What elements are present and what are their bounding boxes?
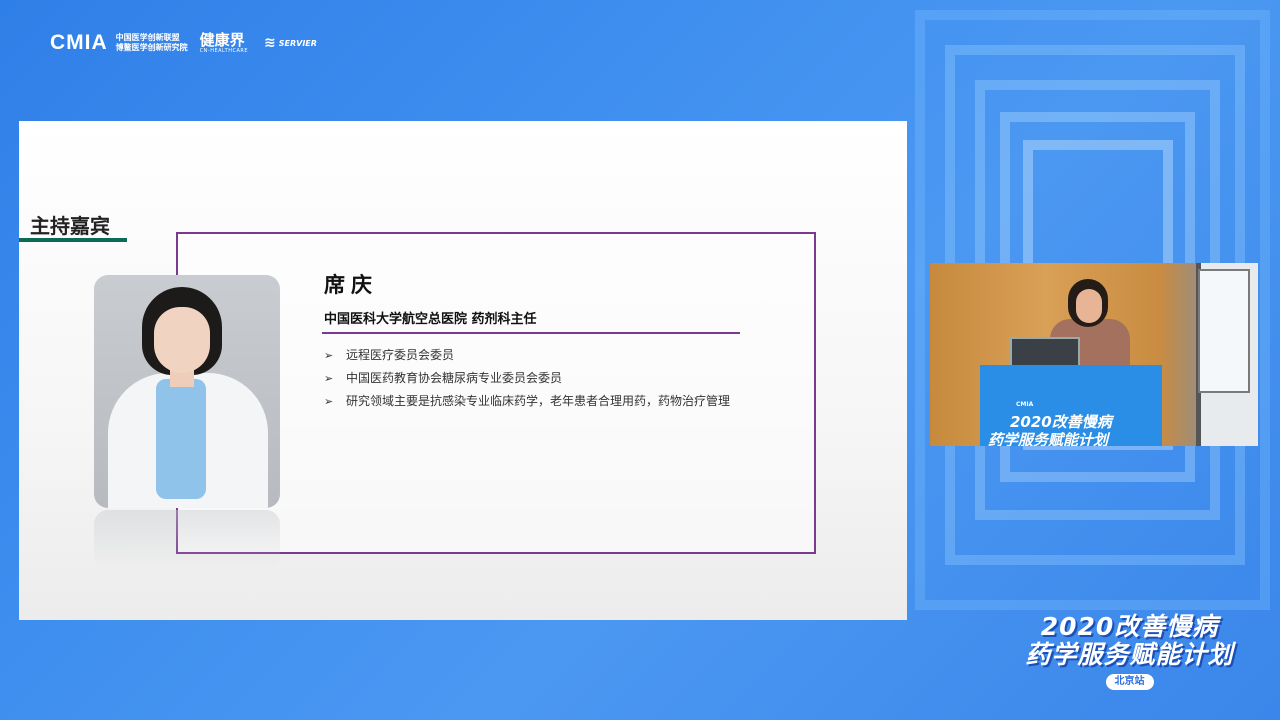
jiankangjie-logo-en: CN-HEALTHCARE xyxy=(199,48,249,54)
section-title-underline xyxy=(19,238,127,242)
portrait-face xyxy=(154,307,210,373)
list-item: ➢ 远程医疗委员会委员 xyxy=(324,344,734,367)
speaker-video-feed[interactable]: CMIA 2020改善慢病 药学服务赋能计划 xyxy=(930,263,1258,446)
cmia-subtitle-line2: 博鳌医学创新研究院 xyxy=(115,43,188,52)
list-item: ➢ 中国医药教育协会糖尿病专业委员会委员 xyxy=(324,367,734,390)
sponsor-logos: CMIA 中国医学创新联盟 博鳌医学创新研究院 健康界 CN-HEALTHCAR… xyxy=(50,30,317,56)
servier-logo-text: SERVIER xyxy=(278,38,317,48)
cmia-logo: CMIA xyxy=(50,31,108,54)
host-portrait xyxy=(94,275,280,508)
arrow-bullet-icon: ➢ xyxy=(324,349,334,362)
host-name: 席庆 xyxy=(324,273,378,297)
host-title: 中国医科大学航空总医院 药剂科主任 xyxy=(324,312,537,327)
jiankangjie-logo: 健康界 CN-HEALTHCARE xyxy=(200,32,248,54)
event-city-badge: 北京站 xyxy=(1105,674,1154,690)
portrait-blouse xyxy=(156,379,206,499)
event-logo-line1: 2020改善慢病 xyxy=(1040,612,1219,641)
host-divider xyxy=(322,332,740,334)
bio-item-text: 中国医药教育协会糖尿病专业委员会委员 xyxy=(346,371,563,385)
servier-mark-icon: ≋ xyxy=(264,35,276,51)
event-logo: 2020改善慢病 药学服务赋能计划 北京站 xyxy=(1022,612,1237,690)
section-title: 主持嘉宾 xyxy=(30,214,110,238)
arrow-bullet-icon: ➢ xyxy=(324,372,334,385)
servier-logo: ≋ SERVIER xyxy=(264,35,317,51)
video-background-screen xyxy=(1198,269,1250,393)
list-item: ➢ 研究领域主要是抗感染专业临床药学，老年患者合理用药，药物治疗管理 xyxy=(324,390,734,413)
jiankangjie-logo-cn: 健康界 xyxy=(199,31,245,49)
podium-brand: CMIA xyxy=(1016,401,1034,408)
host-bio-list: ➢ 远程医疗委员会委员 ➢ 中国医药教育协会糖尿病专业委员会委员 ➢ 研究领域主… xyxy=(324,344,734,413)
event-logo-line2: 药学服务赋能计划 xyxy=(1025,640,1234,669)
podium-banner-line2: 药学服务赋能计划 xyxy=(988,431,1109,446)
cmia-subtitle-line1: 中国医学创新联盟 xyxy=(115,33,180,42)
presentation-slide: 主持嘉宾 席庆 中国医科大学航空总医院 药剂科主任 ➢ 远程医疗委员会委员 ➢ … xyxy=(19,121,907,620)
arrow-bullet-icon: ➢ xyxy=(324,395,334,408)
bio-item-text: 远程医疗委员会委员 xyxy=(346,348,455,362)
host-portrait-reflection xyxy=(94,510,280,570)
bio-item-text: 研究领域主要是抗感染专业临床药学，老年患者合理用药，药物治疗管理 xyxy=(346,394,731,408)
speaker-face xyxy=(1076,289,1102,323)
cmia-logo-subtitle: 中国医学创新联盟 博鳌医学创新研究院 xyxy=(116,33,188,53)
